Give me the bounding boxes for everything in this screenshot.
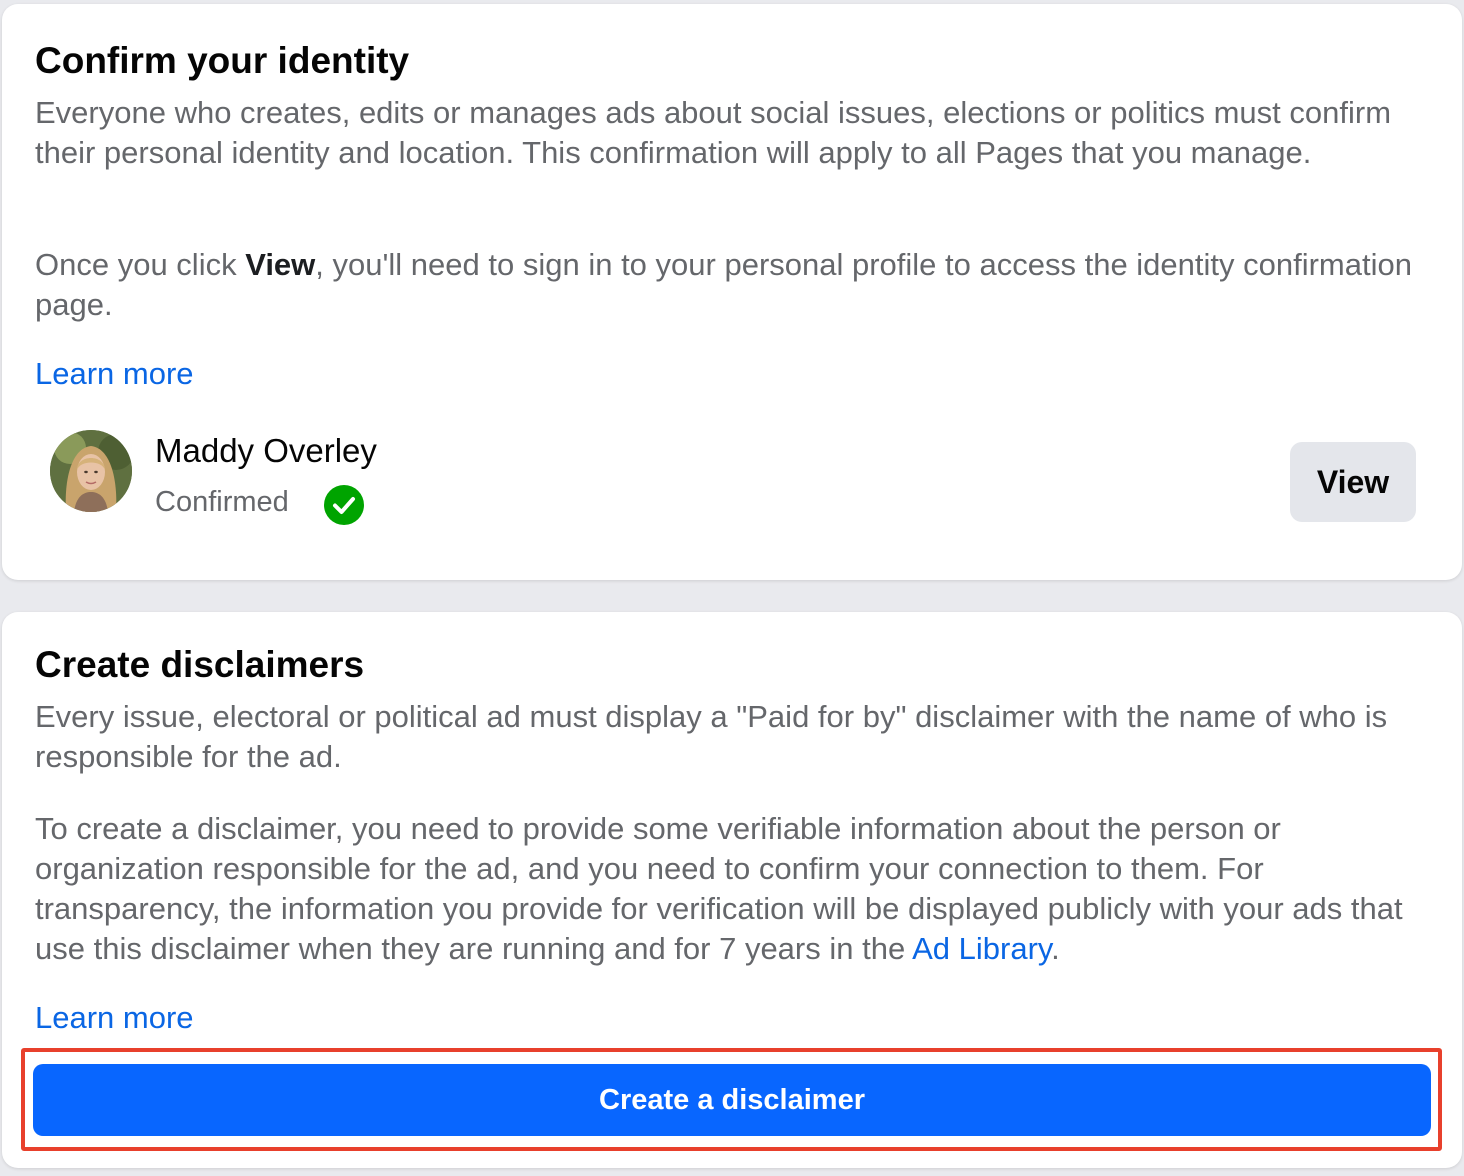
identity-instructions-view-keyword: View	[245, 247, 316, 282]
identity-instructions-prefix: Once you click	[35, 247, 246, 282]
profile-status: Confirmed	[155, 486, 289, 518]
confirm-identity-card: Confirm your identity Everyone who creat…	[2, 4, 1462, 580]
identity-learn-more-link[interactable]: Learn more	[35, 356, 194, 392]
disclaimers-description: Every issue, electoral or political ad m…	[35, 699, 1388, 774]
disclaimers-instructions-prefix: To create a disclaimer, you need to prov…	[35, 811, 1403, 966]
disclaimers-instructions: To create a disclaimer, you need to prov…	[35, 809, 1435, 969]
view-button[interactable]: View	[1290, 442, 1416, 522]
identity-instructions: Once you click View, you'll need to sign…	[35, 245, 1435, 325]
check-circle-icon	[323, 484, 365, 526]
ad-library-link[interactable]: Ad Library	[912, 931, 1051, 966]
create-disclaimer-button[interactable]: Create a disclaimer	[33, 1064, 1431, 1136]
disclaimers-instructions-suffix: .	[1051, 931, 1060, 966]
identity-title: Confirm your identity	[35, 40, 410, 81]
disclaimers-title: Create disclaimers	[35, 644, 365, 685]
profile-name: Maddy Overley	[155, 432, 377, 469]
identity-description: Everyone who creates, edits or manages a…	[35, 95, 1392, 170]
disclaimers-learn-more-link[interactable]: Learn more	[35, 1000, 194, 1036]
avatar	[50, 430, 132, 512]
